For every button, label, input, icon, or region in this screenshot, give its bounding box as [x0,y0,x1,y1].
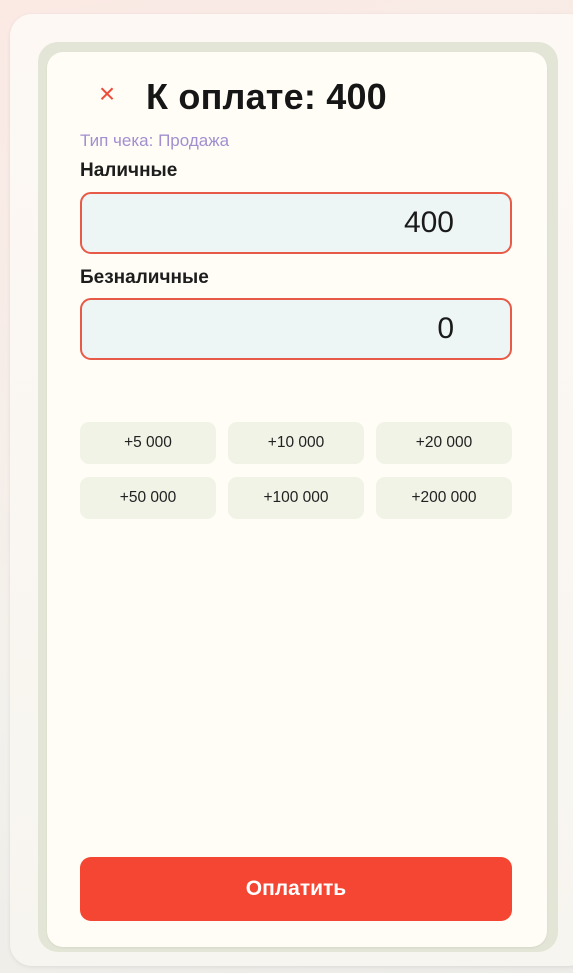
page-title: К оплате: 400 [146,76,387,117]
cash-amount-input[interactable] [80,192,512,254]
card-amount-input[interactable] [80,298,512,360]
quick-amount-button[interactable]: +10 000 [228,422,364,464]
quick-amount-button[interactable]: +20 000 [376,422,512,464]
close-icon[interactable]: × [95,80,119,108]
card-label: Безналичные [80,267,209,288]
quick-amount-button[interactable]: +5 000 [80,422,216,464]
quick-amount-button[interactable]: +200 000 [376,477,512,519]
receipt-type-label: Тип чека: Продажа [80,131,230,150]
cash-label: Наличные [80,160,178,181]
quick-amount-button[interactable]: +50 000 [80,477,216,519]
pay-button[interactable]: Оплатить [80,857,512,921]
quick-amount-button[interactable]: +100 000 [228,477,364,519]
